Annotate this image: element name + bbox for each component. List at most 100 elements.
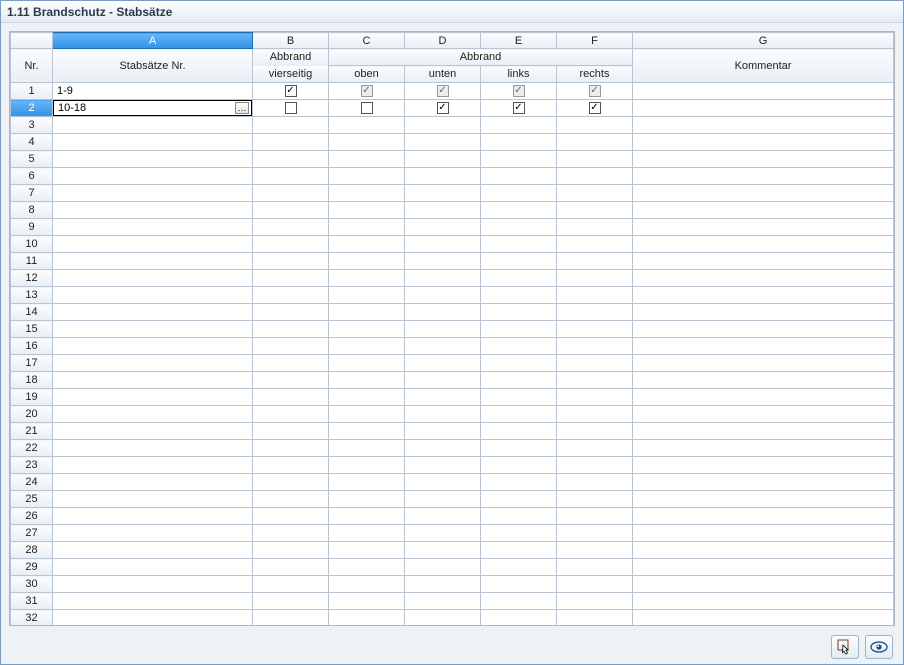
header-kommentar[interactable]: Kommentar [633, 49, 894, 83]
empty-cell[interactable] [53, 117, 253, 134]
empty-cell[interactable] [329, 338, 405, 355]
empty-cell[interactable] [405, 389, 481, 406]
row-number[interactable]: 18 [11, 372, 53, 389]
empty-cell[interactable] [53, 559, 253, 576]
empty-cell[interactable] [329, 525, 405, 542]
row-number[interactable]: 30 [11, 576, 53, 593]
empty-cell[interactable] [329, 270, 405, 287]
row-number[interactable]: 8 [11, 202, 53, 219]
empty-cell[interactable] [253, 372, 329, 389]
col-header-b[interactable]: B [253, 33, 329, 49]
header-rechts[interactable]: rechts [557, 66, 633, 83]
col-header-g[interactable]: G [633, 33, 894, 49]
empty-cell[interactable] [557, 457, 633, 474]
table-row[interactable]: 32 [11, 610, 894, 627]
empty-cell[interactable] [53, 474, 253, 491]
empty-cell[interactable] [53, 202, 253, 219]
empty-cell[interactable] [557, 253, 633, 270]
row-number[interactable]: 14 [11, 304, 53, 321]
empty-cell[interactable] [53, 440, 253, 457]
table-row[interactable]: 210-18…✓✓✓ [11, 100, 894, 117]
empty-cell[interactable] [329, 389, 405, 406]
empty-cell[interactable] [633, 457, 894, 474]
empty-cell[interactable] [481, 304, 557, 321]
empty-cell[interactable] [53, 151, 253, 168]
empty-cell[interactable] [253, 389, 329, 406]
empty-cell[interactable] [481, 576, 557, 593]
empty-cell[interactable] [405, 270, 481, 287]
cell-kommentar[interactable] [633, 83, 894, 100]
empty-cell[interactable] [405, 338, 481, 355]
empty-cell[interactable] [481, 406, 557, 423]
table-row[interactable]: 30 [11, 576, 894, 593]
empty-cell[interactable] [557, 134, 633, 151]
empty-cell[interactable] [405, 423, 481, 440]
empty-cell[interactable] [405, 304, 481, 321]
empty-cell[interactable] [329, 236, 405, 253]
empty-cell[interactable] [329, 151, 405, 168]
empty-cell[interactable] [557, 168, 633, 185]
empty-cell[interactable] [557, 559, 633, 576]
empty-cell[interactable] [557, 236, 633, 253]
cell-oben[interactable] [329, 100, 405, 117]
empty-cell[interactable] [557, 117, 633, 134]
row-number[interactable]: 20 [11, 406, 53, 423]
empty-cell[interactable] [633, 151, 894, 168]
row-number[interactable]: 11 [11, 253, 53, 270]
empty-cell[interactable] [481, 508, 557, 525]
empty-cell[interactable] [253, 304, 329, 321]
empty-cell[interactable] [633, 321, 894, 338]
table-row[interactable]: 31 [11, 593, 894, 610]
pick-button[interactable] [831, 635, 859, 659]
empty-cell[interactable] [405, 525, 481, 542]
empty-cell[interactable] [633, 474, 894, 491]
empty-cell[interactable] [329, 542, 405, 559]
cell-vierseitig[interactable]: ✓ [253, 83, 329, 100]
table-row[interactable]: 29 [11, 559, 894, 576]
table-row[interactable]: 12 [11, 270, 894, 287]
empty-cell[interactable] [633, 270, 894, 287]
empty-cell[interactable] [253, 117, 329, 134]
empty-cell[interactable] [557, 372, 633, 389]
empty-cell[interactable] [481, 236, 557, 253]
empty-cell[interactable] [633, 117, 894, 134]
empty-cell[interactable] [53, 134, 253, 151]
empty-cell[interactable] [53, 253, 253, 270]
empty-cell[interactable] [329, 423, 405, 440]
empty-cell[interactable] [405, 406, 481, 423]
empty-cell[interactable] [633, 253, 894, 270]
table-row[interactable]: 18 [11, 372, 894, 389]
empty-cell[interactable] [329, 134, 405, 151]
row-number[interactable]: 12 [11, 270, 53, 287]
empty-cell[interactable] [633, 593, 894, 610]
empty-cell[interactable] [53, 508, 253, 525]
empty-cell[interactable] [481, 270, 557, 287]
empty-cell[interactable] [329, 304, 405, 321]
empty-cell[interactable] [557, 270, 633, 287]
empty-cell[interactable] [405, 151, 481, 168]
empty-cell[interactable] [633, 389, 894, 406]
table-row[interactable]: 21 [11, 423, 894, 440]
empty-cell[interactable] [481, 389, 557, 406]
empty-cell[interactable] [329, 355, 405, 372]
empty-cell[interactable] [633, 219, 894, 236]
empty-cell[interactable] [481, 287, 557, 304]
table-row[interactable]: 17 [11, 355, 894, 372]
table-row[interactable]: 10 [11, 236, 894, 253]
empty-cell[interactable] [53, 338, 253, 355]
empty-cell[interactable] [405, 576, 481, 593]
empty-cell[interactable] [481, 117, 557, 134]
empty-cell[interactable] [329, 508, 405, 525]
empty-cell[interactable] [405, 542, 481, 559]
row-number[interactable]: 27 [11, 525, 53, 542]
empty-cell[interactable] [329, 253, 405, 270]
empty-cell[interactable] [253, 474, 329, 491]
empty-cell[interactable] [557, 491, 633, 508]
empty-cell[interactable] [253, 202, 329, 219]
table-row[interactable]: 8 [11, 202, 894, 219]
empty-cell[interactable] [557, 423, 633, 440]
row-number[interactable]: 9 [11, 219, 53, 236]
row-number[interactable]: 26 [11, 508, 53, 525]
empty-cell[interactable] [633, 559, 894, 576]
cell-stabsaetze[interactable]: 1-9 [53, 83, 253, 100]
